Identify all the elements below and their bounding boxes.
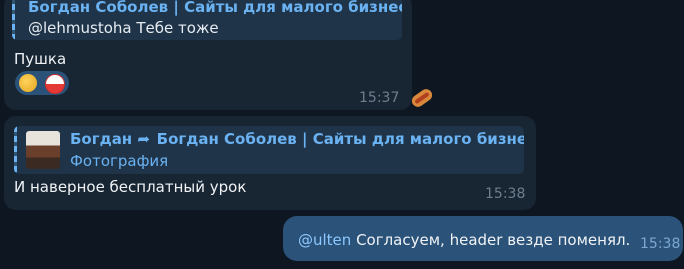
forward-arrow-icon: ➦ xyxy=(137,130,150,148)
reply-author: Богдан xyxy=(70,130,133,148)
forwarded-reply-quote[interactable]: Богдан ➦ Богдан Соболев | Сайты для мало… xyxy=(14,126,524,174)
message-text: Согласуем, header везде поменял. xyxy=(351,231,631,249)
forwarded-from: Богдан Соболев | Сайты для малого бизнес… xyxy=(156,130,524,148)
message-text: И наверное бесплатный урок xyxy=(14,178,247,196)
message-text: Пушка xyxy=(14,50,67,68)
mention-link[interactable]: @ulten xyxy=(298,231,351,249)
reply-subtitle: Фотография xyxy=(70,152,169,170)
flag-emoji-icon xyxy=(45,74,65,94)
incoming-message-bubble[interactable]: Богдан Соболев | Сайты для малого бизнес… xyxy=(4,0,412,110)
message-time: 15:38 xyxy=(640,236,681,252)
reply-text: @lehmustoha Тебе тоже xyxy=(28,19,219,37)
reaction-chip[interactable] xyxy=(15,71,69,95)
reply-quote[interactable]: Богдан Соболев | Сайты для малого бизнес… xyxy=(12,0,402,40)
message-time: 15:38 xyxy=(485,186,526,202)
hotdog-emoji-icon[interactable] xyxy=(409,86,435,110)
clapping-hands-emoji-icon xyxy=(19,74,37,92)
reply-author: Богдан Соболев | Сайты для малого бизнес… xyxy=(28,0,402,16)
photo-thumbnail[interactable] xyxy=(26,131,60,169)
message-time: 15:37 xyxy=(359,90,400,106)
outgoing-message-bubble[interactable]: @ulten Согласуем, header везде поменял. … xyxy=(283,216,683,261)
